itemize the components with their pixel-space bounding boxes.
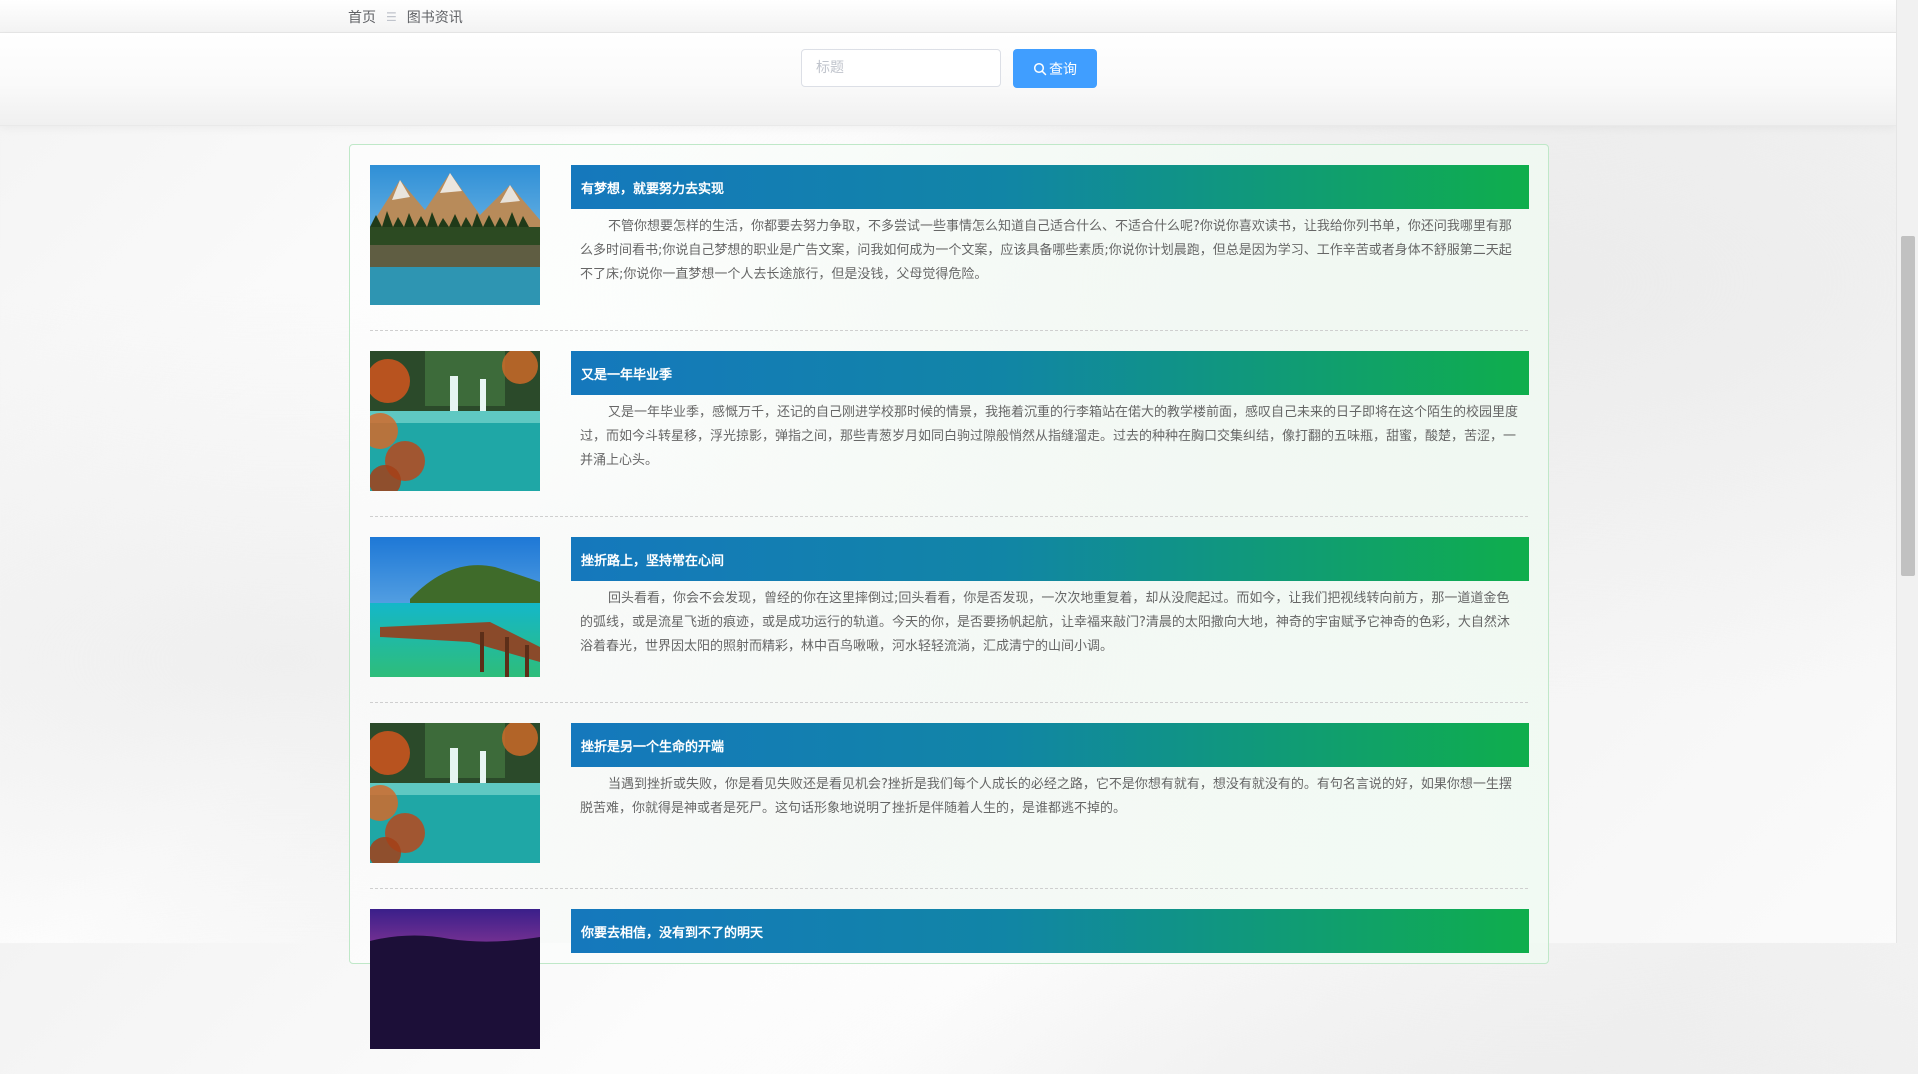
search-bar: 查询 xyxy=(0,33,1896,126)
page-scrollbar[interactable] xyxy=(1896,0,1918,943)
article-title[interactable]: 有梦想，就要努力去实现 xyxy=(571,165,1529,209)
article-excerpt: 不管你想要怎样的生活，你都要去努力争取，不多尝试一些事情怎么知道自己适合什么、不… xyxy=(580,219,1512,282)
article-item[interactable]: 又是一年毕业季 又是一年毕业季，感慨万千，还记的自己刚进学校那时候的情景，我拖着… xyxy=(370,331,1529,517)
article-thumbnail[interactable] xyxy=(370,909,540,1049)
scrollbar-thumb[interactable] xyxy=(1901,236,1915,576)
article-list: 有梦想，就要努力去实现 不管你想要怎样的生活，你都要去努力争取，不多尝试一些事情… xyxy=(349,144,1549,1049)
search-icon xyxy=(1033,62,1047,76)
article-item[interactable]: 挫折是另一个生命的开端 当遇到挫折或失败，你是看见失败还是看见机会?挫折是我们每… xyxy=(370,703,1529,889)
article-title[interactable]: 挫折是另一个生命的开端 xyxy=(571,723,1529,767)
article-title[interactable]: 你要去相信，没有到不了的明天 xyxy=(571,909,1529,953)
article-thumbnail[interactable] xyxy=(370,351,540,491)
article-item[interactable]: 挫折路上，坚持常在心间 回头看看，你会不会发现，曾经的你在这里摔倒过;回头看看，… xyxy=(370,517,1529,703)
article-thumbnail[interactable] xyxy=(370,537,540,677)
article-item[interactable]: 有梦想，就要努力去实现 不管你想要怎样的生活，你都要去努力争取，不多尝试一些事情… xyxy=(370,145,1529,331)
article-thumbnail[interactable] xyxy=(370,165,540,305)
search-button-label: 查询 xyxy=(1049,61,1077,78)
article-title[interactable]: 又是一年毕业季 xyxy=(571,351,1529,395)
article-item[interactable]: 你要去相信，没有到不了的明天 xyxy=(370,889,1529,1074)
breadcrumb-home[interactable]: 首页 xyxy=(348,7,376,27)
title-search-input[interactable] xyxy=(801,49,1001,87)
breadcrumb-current: 图书资讯 xyxy=(406,10,463,26)
article-excerpt: 又是一年毕业季，感慨万千，还记的自己刚进学校那时候的情景，我拖着沉重的行李箱站在… xyxy=(580,405,1519,468)
article-title[interactable]: 挫折路上，坚持常在心间 xyxy=(571,537,1529,581)
article-excerpt: 回头看看，你会不会发现，曾经的你在这里摔倒过;回头看看，你是否发现，一次次地重复… xyxy=(580,591,1510,654)
breadcrumb-separator-icon: ☰ xyxy=(386,10,397,24)
article-thumbnail[interactable] xyxy=(370,723,540,863)
search-button[interactable]: 查询 xyxy=(1013,49,1097,88)
breadcrumb: 首页 ☰ 图书资讯 xyxy=(0,0,1896,33)
article-excerpt: 当遇到挫折或失败，你是看见失败还是看见机会?挫折是我们每个人成长的必经之路，它不… xyxy=(580,777,1512,816)
